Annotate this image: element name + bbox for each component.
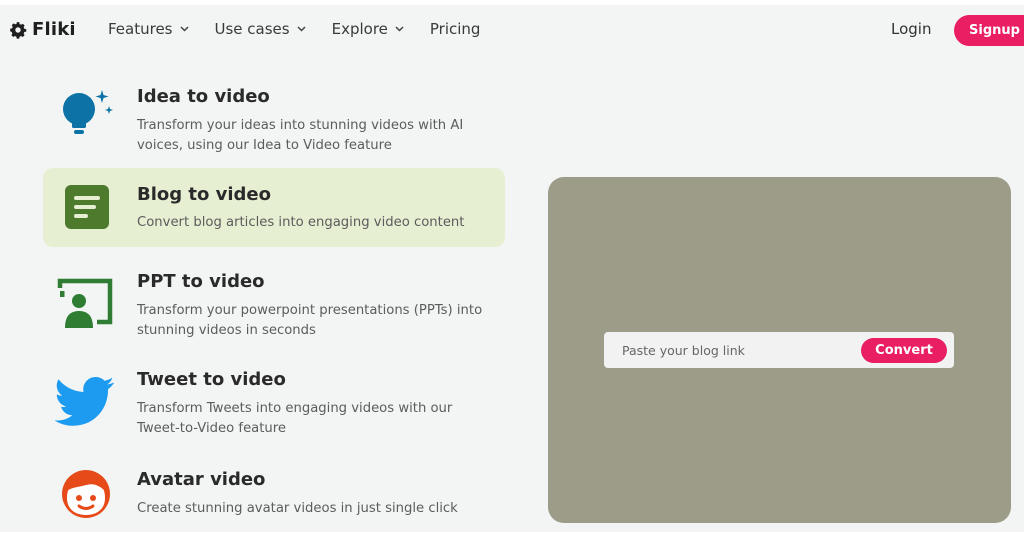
twitter-icon — [54, 371, 115, 431]
blog-link-form: Convert — [604, 332, 954, 368]
blog-link-input[interactable] — [604, 332, 854, 368]
feature-blog-to-video[interactable]: Blog to video Convert blog articles into… — [43, 168, 505, 247]
nav-item-features[interactable]: Features — [108, 20, 189, 38]
nav-item-label: Features — [108, 20, 173, 38]
chevron-down-icon — [179, 26, 189, 32]
main-nav: Features Use cases Explore Pricing — [108, 20, 506, 38]
gear-icon — [9, 21, 27, 39]
top-navigation-bar: Fliki Features Use cases Explore Pricing… — [0, 5, 1024, 55]
signup-button[interactable]: Signup→ — [954, 15, 1024, 46]
nav-item-label: Use cases — [214, 20, 290, 38]
brand-name: Fliki — [32, 19, 76, 40]
brand-logo[interactable]: Fliki — [9, 19, 76, 40]
presentation-icon — [55, 270, 115, 330]
feature-idea-to-video[interactable]: Idea to video Transform your ideas into … — [43, 80, 505, 160]
avatar-icon — [55, 467, 115, 527]
feature-title: Blog to video — [137, 184, 272, 205]
blog-to-video-preview: Convert — [548, 177, 1011, 523]
nav-item-label: Pricing — [429, 20, 481, 38]
feature-title: Avatar video — [137, 469, 266, 490]
feature-title: Idea to video — [137, 86, 270, 107]
lightbulb-icon — [55, 84, 115, 144]
document-icon — [55, 178, 115, 238]
page: Fliki Features Use cases Explore Pricing… — [0, 5, 1024, 532]
nav-item-pricing[interactable]: Pricing — [430, 20, 481, 38]
login-link[interactable]: Login — [891, 20, 931, 38]
feature-description: Transform your ideas into stunning video… — [137, 118, 464, 153]
feature-ppt-to-video[interactable]: PPT to video Transform your powerpoint p… — [43, 265, 505, 345]
nav-item-use-cases[interactable]: Use cases — [215, 20, 306, 38]
nav-item-label: Explore — [331, 20, 388, 38]
nav-item-explore[interactable]: Explore — [332, 20, 404, 38]
convert-button[interactable]: Convert — [861, 338, 947, 363]
feature-avatar-video[interactable]: Avatar video Create stunning avatar vide… — [43, 465, 505, 527]
chevron-down-icon — [395, 26, 404, 32]
feature-title: Tweet to video — [137, 369, 286, 390]
feature-title: PPT to video — [137, 271, 265, 292]
signup-label: Signup — [969, 23, 1020, 38]
feature-description: Convert blog articles into engaging vide… — [137, 215, 465, 230]
feature-tweet-to-video[interactable]: Tweet to video Transform Tweets into eng… — [43, 363, 505, 443]
feature-description: Create stunning avatar videos in just si… — [137, 501, 458, 516]
chevron-down-icon — [297, 26, 306, 32]
feature-description: Transform your powerpoint presentations … — [137, 303, 483, 338]
feature-description: Transform Tweets into engaging videos wi… — [137, 401, 453, 436]
